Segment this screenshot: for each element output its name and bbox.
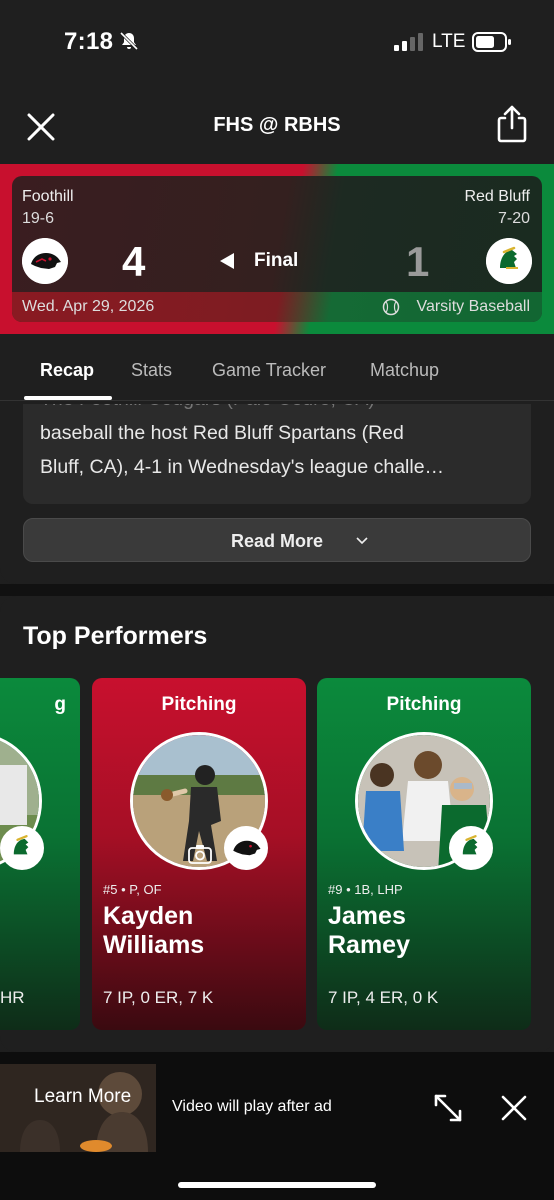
scorecard[interactable]: Foothill 19-6 Red Bluff 7-20 4 Final 1 W… [12,176,542,322]
tab-game-tracker[interactable]: Game Tracker [212,360,326,381]
page-title: FHS @ RBHS [213,114,341,136]
video-ad-bar: Learn More Video will play after ad [0,1052,554,1200]
expand-icon[interactable] [432,1092,464,1124]
cellular-signal-icon [394,33,423,51]
recap-text: The Foothill Cougars (Palo Cedro, CA) ba… [40,404,520,484]
spartan-logo-icon [449,826,493,870]
player-first-name: James [328,902,406,930]
home-team-record: 19-6 [22,210,55,227]
recap-line: Bluff, CA), 4-1 in Wednesday's league ch… [40,456,445,478]
performer-stat: HR [0,988,25,1007]
read-more-button[interactable]: Read More [23,518,531,562]
winner-arrow-icon [220,253,234,269]
spartan-logo-icon [0,826,44,870]
silent-bell-icon [119,31,139,51]
game-tabs-section: Recap Stats Game Tracker Matchup The Foo… [0,334,554,584]
player-first-name: Kayden [103,902,194,930]
performer-stat: 7 IP, 0 ER, 7 K [103,988,214,1007]
performer-card[interactable]: Pitching 5 #9 • 1B, LHP James Ramey [317,678,531,1030]
performer-category: Pitching [161,694,237,715]
recap-line: The Foothill Cougars (Palo Cedro, CA) [40,404,520,416]
top-performers-section: Top Performers g HR Pitching #5 • P, OF … [0,596,554,1052]
battery-icon [472,32,511,52]
clock: 7:18 [64,28,114,55]
player-meta: #5 • P, OF [103,882,162,897]
ad-scene-image [0,1064,156,1152]
cougar-logo-icon [224,826,268,870]
ad-thumbnail[interactable]: Learn More [0,1064,156,1152]
section-title: Top Performers [23,622,208,650]
score-banner: Foothill 19-6 Red Bluff 7-20 4 Final 1 W… [0,164,554,334]
game-date: Wed. Apr 29, 2026 [22,298,155,315]
player-name: Kayden Williams [103,902,204,960]
player-last-name: Williams [103,931,205,959]
recap-line: baseball the host Red Bluff Spartans (Re… [40,422,404,444]
tab-recap[interactable]: Recap [40,360,94,381]
away-score: 1 [406,238,430,285]
tab-stats[interactable]: Stats [131,360,172,381]
baseball-icon [382,298,400,316]
share-icon[interactable] [494,104,530,144]
ad-message: Video will play after ad [172,1098,332,1115]
learn-more-link[interactable]: Learn More [34,1086,131,1108]
camera-icon [188,845,212,864]
away-team-record: 7-20 [497,210,530,227]
sport-label: Varsity Baseball [416,298,530,315]
player-name: James Ramey [328,902,410,960]
away-team-name: Red Bluff [464,188,530,205]
cougar-logo-icon[interactable] [22,238,68,284]
home-indicator[interactable] [178,1182,376,1188]
status-bar: 7:18 LTE [0,0,554,86]
performer-stat: 7 IP, 4 ER, 0 K [328,988,439,1007]
performer-category: Pitching [386,694,462,715]
read-more-label: Read More [230,531,324,551]
close-icon[interactable] [500,1094,528,1122]
game-status: Final [254,250,299,271]
player-meta: #9 • 1B, LHP [328,882,403,897]
performer-category: g [54,694,66,715]
game-header: FHS @ RBHS [0,86,554,164]
home-team-name: Foothill [22,188,74,205]
performer-card[interactable]: Pitching #5 • P, OF Kayden Williams 7 IP… [92,678,306,1030]
home-score: 4 [122,238,146,285]
section-gap [0,584,554,596]
tabs-divider [0,400,554,401]
network-label: LTE [432,31,466,52]
chevron-down-icon [356,537,368,545]
player-last-name: Ramey [328,931,410,959]
tab-matchup[interactable]: Matchup [370,360,439,381]
recap-card: The Foothill Cougars (Palo Cedro, CA) ba… [23,404,531,504]
spartan-logo-icon[interactable] [486,238,532,284]
performer-card-partial[interactable]: g HR [0,678,80,1030]
